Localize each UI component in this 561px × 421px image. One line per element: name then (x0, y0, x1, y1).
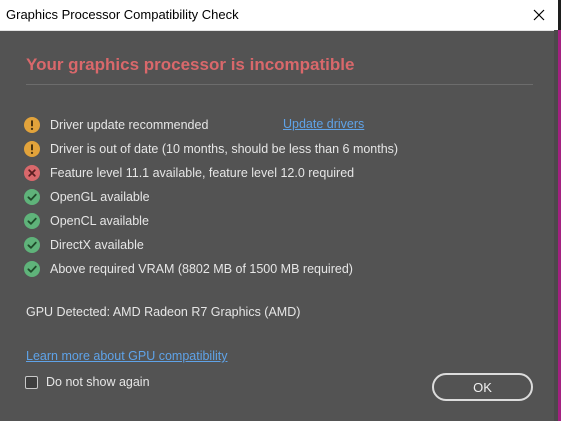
page-title: Your graphics processor is incompatible (26, 55, 355, 74)
check-label: Driver is out of date (10 months, should… (50, 142, 399, 156)
gpu-detected-text: GPU Detected: AMD Radeon R7 Graphics (AM… (26, 305, 301, 319)
check-row-directx: DirectX available (24, 235, 144, 255)
check-row-driver-update: Driver update recommended (24, 115, 208, 135)
check-row-feature-level: Feature level 11.1 available, feature le… (24, 163, 354, 183)
check-label: Driver update recommended (50, 118, 209, 132)
warning-icon (24, 141, 40, 157)
check-icon (24, 213, 40, 229)
ok-button[interactable]: OK (432, 373, 533, 401)
divider (26, 84, 533, 85)
check-row-vram: Above required VRAM (8802 MB of 1500 MB … (24, 259, 353, 279)
do-not-show-again-checkbox[interactable] (25, 375, 38, 389)
check-row-driver-age: Driver is out of date (10 months, should… (24, 139, 398, 159)
update-drivers-link[interactable]: Update drivers (283, 117, 364, 131)
do-not-show-again-label: Do not show again (46, 375, 150, 389)
check-label: Feature level 11.1 available, feature le… (50, 166, 355, 180)
error-icon (24, 165, 40, 181)
title-bar: Graphics Processor Compatibility Check (0, 0, 558, 31)
learn-more-link[interactable]: Learn more about GPU compatibility (26, 349, 227, 363)
warning-icon (24, 117, 40, 133)
check-label: OpenGL available (50, 190, 150, 204)
close-icon (533, 9, 545, 21)
check-icon (24, 237, 40, 253)
check-row-opencl: OpenCL available (24, 211, 149, 231)
dialog-window: Graphics Processor Compatibility Check Y… (0, 0, 558, 421)
check-icon (24, 261, 40, 277)
check-label: DirectX available (50, 238, 144, 252)
check-label: Above required VRAM (8802 MB of 1500 MB … (50, 262, 353, 276)
check-row-opengl: OpenGL available (24, 187, 150, 207)
window-title: Graphics Processor Compatibility Check (6, 7, 239, 22)
check-icon (24, 189, 40, 205)
close-button[interactable] (528, 4, 550, 26)
check-label: OpenCL available (50, 214, 149, 228)
do-not-show-again-toggle[interactable]: Do not show again (25, 374, 150, 390)
